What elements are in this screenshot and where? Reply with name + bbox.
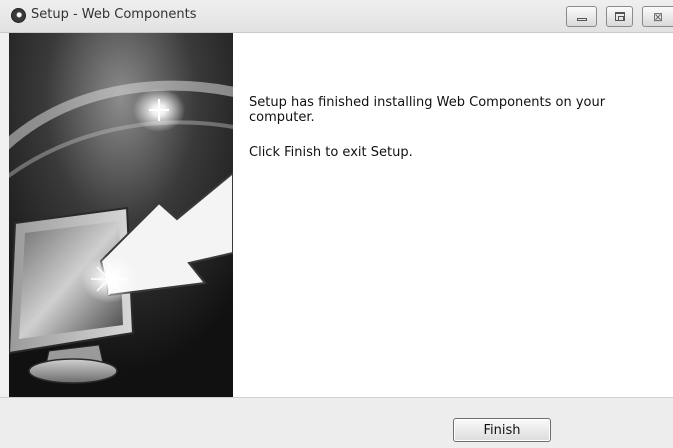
button-bar: Finish [0,397,673,448]
close-button[interactable]: ⊠ [642,6,673,27]
maximize-icon [615,12,625,21]
setup-wizard-window: Setup - Web Components ⊠ Setup has finis… [0,0,673,448]
title-bar[interactable]: Setup - Web Components ⊠ [0,0,673,33]
app-icon [11,8,26,23]
exit-instruction: Click Finish to exit Setup. [249,145,413,160]
window-title: Setup - Web Components [31,7,197,22]
maximize-button[interactable] [606,6,633,27]
minimize-icon [577,18,587,21]
finish-button[interactable]: Finish [453,418,551,442]
monitor-arrow-illustration [9,33,233,397]
content-panel: Setup has finished installing Web Compon… [233,33,673,397]
close-icon: ⊠ [653,10,664,24]
finished-message: Setup has finished installing Web Compon… [249,95,606,125]
minimize-button[interactable] [566,6,597,27]
wizard-banner-image [9,33,233,397]
